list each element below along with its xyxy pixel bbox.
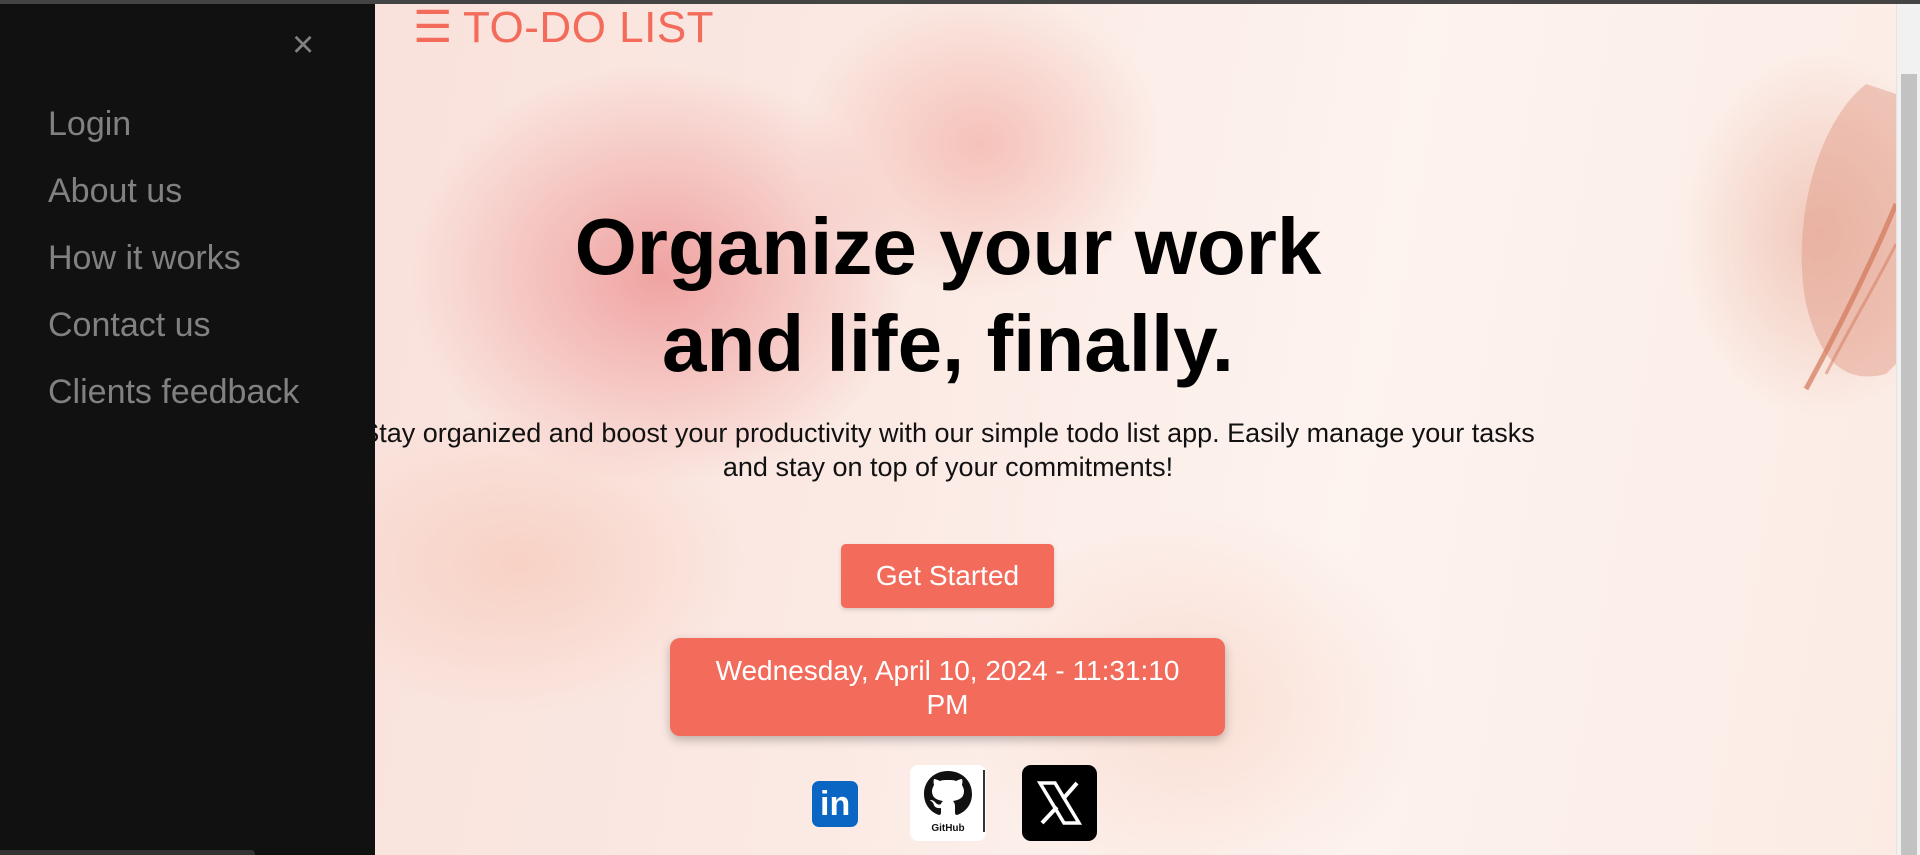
sidebar-item-contact-us[interactable]: Contact us [48, 305, 299, 372]
hero-subtitle-line-2: and stay on top of your commitments! [722, 452, 1174, 482]
github-divider [983, 770, 985, 832]
horizontal-scrollbar[interactable] [0, 850, 255, 855]
hero-subtitle: Stay organized and boost your productivi… [348, 416, 1548, 484]
sidebar-item-about-us[interactable]: About us [48, 171, 299, 238]
sidebar-item-login[interactable]: Login [48, 104, 299, 171]
clock-line-1: Wednesday, April 10, 2024 - 11:31:10 [715, 655, 1180, 686]
hamburger-icon[interactable]: ☰ [413, 3, 453, 52]
x-logo-icon [1036, 781, 1083, 825]
vertical-scrollbar[interactable] [1896, 4, 1920, 855]
get-started-button[interactable]: Get Started [841, 544, 1054, 608]
window-top-border [0, 0, 1920, 4]
leaf-decoration [1801, 84, 1896, 391]
side-navigation: × Login About us How it works Contact us… [0, 4, 375, 855]
github-icon[interactable]: GitHub [910, 765, 986, 841]
brand-title: TO-DO LIST [462, 3, 715, 52]
hero-title-line-2: and life, finally. [662, 299, 1234, 388]
hero-title-line-1: Organize your work [574, 202, 1322, 291]
linkedin-icon-text: in [820, 785, 851, 823]
hero-title: Organize your work and life, finally. [498, 198, 1398, 392]
github-label: GitHub [931, 823, 965, 834]
date-time-display: Wednesday, April 10, 2024 - 11:31:10 PM [670, 638, 1225, 736]
brand-header[interactable]: ☰ TO-DO LIST [413, 2, 714, 53]
sidebar-item-how-it-works[interactable]: How it works [48, 238, 299, 305]
linkedin-icon[interactable]: in [812, 781, 858, 827]
clock-line-2: PM [926, 689, 969, 720]
github-octocat-icon [924, 771, 972, 815]
close-icon[interactable]: × [292, 26, 314, 64]
hero-subtitle-line-1: Stay organized and boost your productivi… [361, 418, 1535, 448]
scrollbar-thumb[interactable] [1901, 74, 1917, 855]
x-icon[interactable] [1022, 765, 1097, 841]
sidebar-item-clients-feedback[interactable]: Clients feedback [48, 372, 299, 439]
sidebar-menu: Login About us How it works Contact us C… [48, 104, 299, 439]
